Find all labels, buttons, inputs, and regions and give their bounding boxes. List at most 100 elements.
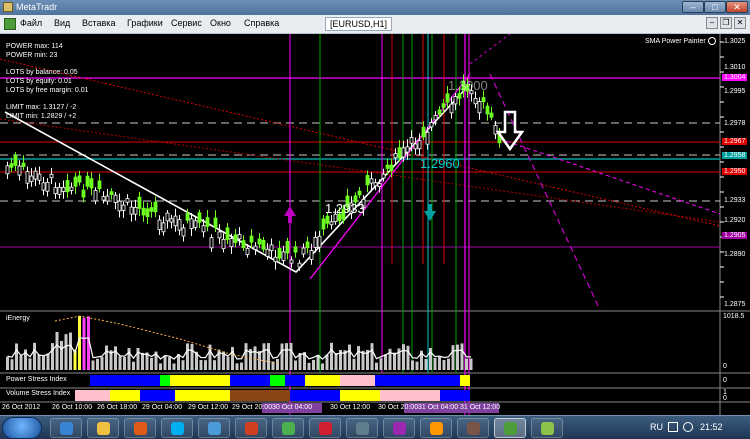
tray-volume-icon[interactable] [683, 422, 693, 432]
candle [365, 170, 370, 193]
taskbar-app-media-icon[interactable] [124, 418, 156, 438]
candle [145, 202, 150, 224]
up-arrow-icon [284, 206, 296, 223]
price-label-1.2875: 1.2875 [724, 301, 746, 308]
candle [57, 183, 62, 199]
start-button[interactable] [2, 417, 42, 439]
minimize-button[interactable]: – [682, 1, 704, 13]
taskbar-app-explorer-icon[interactable] [87, 418, 119, 438]
candle [17, 160, 22, 181]
candle [217, 224, 222, 244]
price-label-1.3004: 1.3004 [722, 74, 748, 81]
menu-charts[interactable]: Графики [127, 18, 163, 28]
candle [85, 171, 90, 190]
lots-margin-text: LOTS by free margin: 0.01 [6, 87, 89, 94]
maximize-button[interactable]: □ [704, 1, 726, 13]
taskbar-app-app2-icon[interactable] [383, 418, 415, 438]
energy-bar [204, 360, 207, 370]
candle [257, 233, 262, 249]
power-stress-segment [230, 375, 270, 386]
candle [177, 214, 182, 236]
energy-bar [46, 353, 50, 370]
window-titlebar: MetaTradr – □ ✕ [0, 0, 750, 15]
candle [45, 178, 50, 197]
tray-network-icon[interactable] [668, 422, 678, 432]
language-indicator[interactable]: RU [650, 422, 663, 432]
power-stress-segment [460, 375, 470, 386]
power-stress-segment [340, 375, 375, 386]
ienergy-scale-max: 1018.5 [723, 313, 745, 320]
candle [113, 192, 118, 210]
energy-bar [352, 358, 356, 370]
menu-tools[interactable]: Сервис [171, 18, 202, 28]
menu-window[interactable]: Окно [210, 18, 231, 28]
volume-stress-segment [110, 390, 140, 401]
energy-bar [280, 343, 284, 370]
menu-insert[interactable]: Вставка [82, 18, 115, 28]
price-label-1.2920: 1.2920 [724, 217, 746, 224]
energy-bar [294, 360, 297, 370]
power-stress-segment [160, 375, 170, 386]
menu-file[interactable]: Файл [20, 18, 42, 28]
limit-min-text: LIMIT min: 1.2829 / +2 [6, 113, 77, 120]
taskbar-app-app3-icon[interactable] [420, 418, 452, 438]
chart-close-button[interactable]: ✕ [734, 17, 746, 29]
indicator-settings-icon[interactable] [708, 37, 716, 45]
energy-bar [42, 355, 45, 370]
candle [153, 196, 158, 218]
menu-help[interactable]: Справка [244, 18, 279, 28]
projection-top [469, 34, 511, 65]
taskbar: RU 21:52 [0, 415, 750, 439]
price-label-1.2890: 1.2890 [724, 251, 746, 258]
taskbar-app-ie-icon[interactable] [50, 418, 82, 438]
candle [89, 172, 94, 196]
volume-stress-bars [75, 390, 470, 401]
candle [33, 167, 38, 186]
taskbar-clock[interactable]: 21:52 [700, 422, 723, 432]
taskbar-app-office-icon[interactable] [235, 418, 267, 438]
price-label-1.2905: 1.2905 [722, 232, 748, 239]
taskbar-app-app1-icon[interactable] [346, 418, 378, 438]
energy-bar [91, 360, 95, 370]
menu-view[interactable]: Вид [54, 18, 70, 28]
candle [221, 233, 226, 253]
chart-restore-button[interactable]: ❐ [720, 17, 732, 29]
window-title: MetaTradr [16, 2, 58, 12]
volume-stress-segment [175, 390, 230, 401]
energy-bar [465, 358, 468, 370]
close-button[interactable]: ✕ [726, 1, 748, 13]
energy-bar [406, 345, 410, 370]
candle [161, 216, 166, 236]
energy-bar [307, 362, 311, 370]
energy-bar [285, 343, 288, 370]
energy-bar [384, 354, 387, 370]
candle [157, 215, 162, 235]
candle [37, 166, 42, 185]
taskbar-app-app4-icon[interactable] [457, 418, 489, 438]
price-chart[interactable] [0, 34, 750, 415]
energy-bar [190, 343, 194, 370]
candle [329, 215, 334, 230]
taskbar-app-metatrader-icon[interactable] [494, 418, 526, 438]
chart-window[interactable]: POWER max: 114 POWER min: 23 LOTS by bal… [0, 34, 750, 415]
time-label-0: 26 Oct 2012 [2, 404, 41, 411]
candle [81, 184, 86, 203]
projection-down-magenta [489, 73, 601, 311]
taskbar-app-skype-icon[interactable] [161, 418, 193, 438]
candle [53, 182, 58, 199]
opera-icon [319, 422, 332, 435]
energy-bar [37, 354, 41, 370]
taskbar-app-chrome-icon[interactable] [272, 418, 304, 438]
chart-minimize-button[interactable]: – [706, 17, 718, 29]
candle [249, 228, 254, 249]
taskbar-app-opera-icon[interactable] [309, 418, 341, 438]
power-stress-segment [285, 375, 305, 386]
energy-bar [460, 343, 464, 370]
taskbar-app-mail-icon[interactable] [198, 418, 230, 438]
chart-document-tab[interactable]: [EURUSD,H1] [325, 17, 393, 31]
candle [29, 168, 34, 187]
energy-bar [69, 332, 72, 370]
energy-bar [186, 343, 189, 370]
volume-stress-segment [230, 390, 290, 401]
taskbar-app-app5-icon[interactable] [531, 418, 563, 438]
